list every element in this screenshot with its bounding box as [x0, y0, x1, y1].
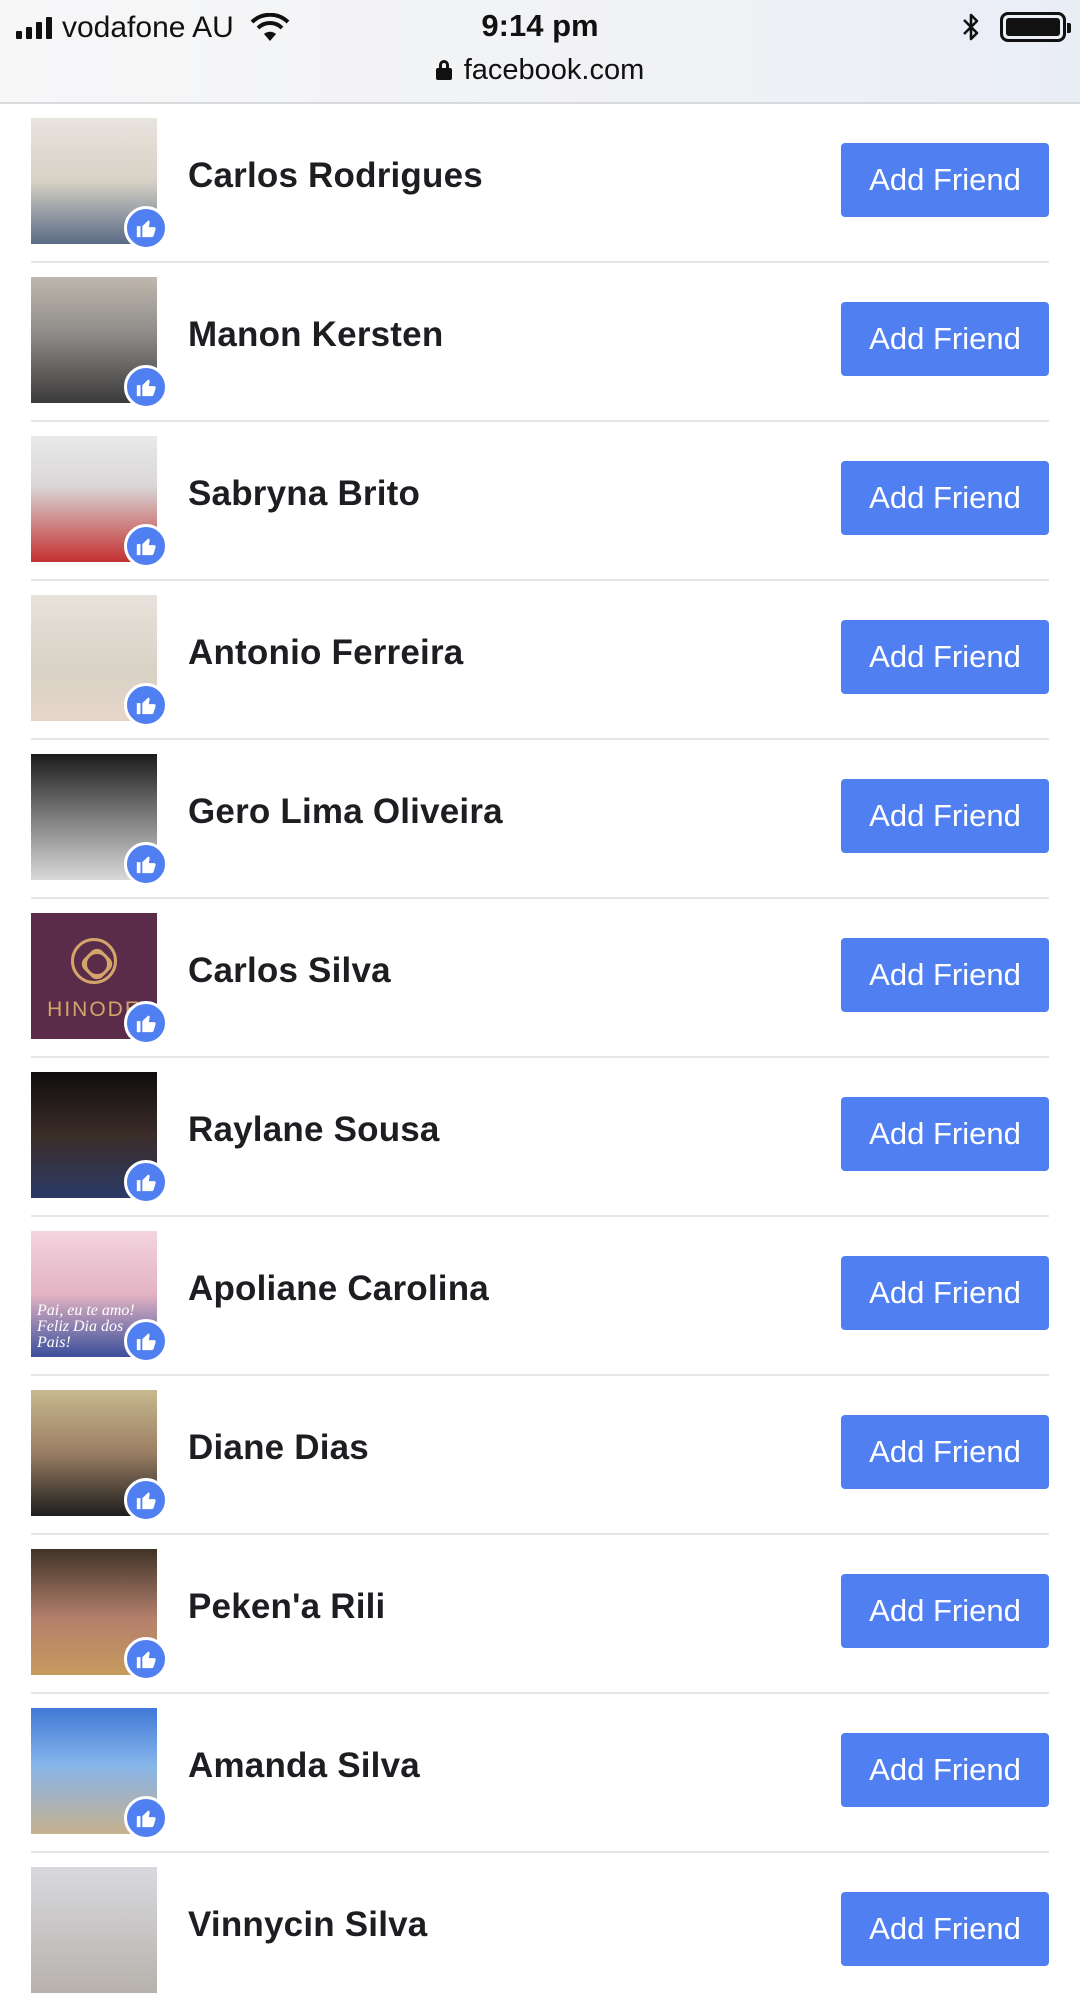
like-icon — [124, 1160, 168, 1204]
device-status — [960, 10, 1071, 44]
like-icon — [124, 842, 168, 886]
list-item: Sabryna Brito Add Friend — [0, 422, 1080, 581]
like-icon — [124, 524, 168, 568]
list-item: Raylane Sousa Add Friend — [0, 1058, 1080, 1217]
battery-icon — [1000, 12, 1071, 42]
person-name[interactable]: Carlos Rodrigues — [188, 156, 483, 196]
like-icon — [124, 683, 168, 727]
person-name[interactable]: Amanda Silva — [188, 1746, 420, 1786]
person-name[interactable]: Apoliane Carolina — [188, 1269, 489, 1309]
add-friend-button[interactable]: Add Friend — [841, 1733, 1049, 1807]
add-friend-button[interactable]: Add Friend — [841, 1256, 1049, 1330]
like-icon — [124, 1319, 168, 1363]
person-name[interactable]: Vinnycin Silva — [188, 1905, 427, 1945]
add-friend-button[interactable]: Add Friend — [841, 1574, 1049, 1648]
person-name[interactable]: Antonio Ferreira — [188, 633, 463, 673]
person-name[interactable]: Diane Dias — [188, 1428, 369, 1468]
list-item: Pai, eu te amo! Feliz Dia dos Pais! Apol… — [0, 1217, 1080, 1376]
add-friend-button[interactable]: Add Friend — [841, 1415, 1049, 1489]
like-icon — [124, 206, 168, 250]
like-icon — [124, 1637, 168, 1681]
hinode-logo-icon — [71, 938, 117, 984]
person-name[interactable]: Sabryna Brito — [188, 474, 420, 514]
person-name[interactable]: Gero Lima Oliveira — [188, 792, 503, 832]
person-name[interactable]: Raylane Sousa — [188, 1110, 440, 1150]
like-icon — [124, 365, 168, 409]
url-text[interactable]: facebook.com — [464, 54, 645, 87]
list-item: Manon Kersten Add Friend — [0, 263, 1080, 422]
clock: 9:14 pm — [481, 8, 599, 43]
person-name[interactable]: Peken'a Rili — [188, 1587, 385, 1627]
list-item: Vinnycin Silva Add Friend — [0, 1853, 1080, 2012]
address-bar[interactable]: facebook.com — [0, 50, 1080, 90]
add-friend-button[interactable]: Add Friend — [841, 461, 1049, 535]
list-item: Diane Dias Add Friend — [0, 1376, 1080, 1535]
person-name[interactable]: Manon Kersten — [188, 315, 443, 355]
list-item: Amanda Silva Add Friend — [0, 1694, 1080, 1853]
person-name[interactable]: Carlos Silva — [188, 951, 391, 991]
like-icon — [124, 1796, 168, 1840]
lock-icon — [435, 60, 452, 80]
add-friend-button[interactable]: Add Friend — [841, 938, 1049, 1012]
list-item: Peken'a Rili Add Friend — [0, 1535, 1080, 1694]
bluetooth-icon — [963, 13, 979, 41]
like-icon — [124, 1001, 168, 1045]
like-icon — [124, 1478, 168, 1522]
add-friend-button[interactable]: Add Friend — [841, 143, 1049, 217]
add-friend-button[interactable]: Add Friend — [841, 302, 1049, 376]
add-friend-button[interactable]: Add Friend — [841, 620, 1049, 694]
list-item: Antonio Ferreira Add Friend — [0, 581, 1080, 740]
add-friend-button[interactable]: Add Friend — [841, 1892, 1049, 1966]
browser-status-bar: vodafone AU 9:14 pm facebook.com — [0, 0, 1080, 104]
list-item: HINODE Carlos Silva Add Friend — [0, 899, 1080, 1058]
list-item: Carlos Rodrigues Add Friend — [0, 104, 1080, 263]
avatar[interactable] — [31, 1867, 157, 1993]
people-you-may-know-list: Carlos Rodrigues Add Friend Manon Kerste… — [0, 104, 1080, 2012]
add-friend-button[interactable]: Add Friend — [841, 1097, 1049, 1171]
add-friend-button[interactable]: Add Friend — [841, 779, 1049, 853]
list-item: Gero Lima Oliveira Add Friend — [0, 740, 1080, 899]
